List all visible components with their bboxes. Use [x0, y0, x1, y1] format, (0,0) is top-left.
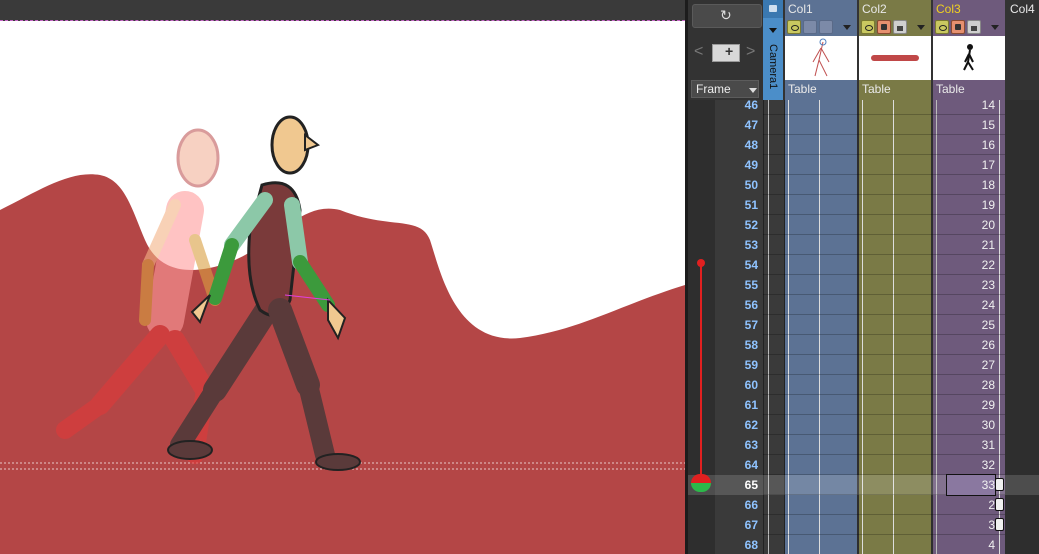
frame-number[interactable]: 57 — [688, 315, 758, 335]
current-frame-marker[interactable] — [691, 474, 711, 492]
col3-cell[interactable]: 33 — [946, 474, 996, 496]
viewer-panel[interactable] — [0, 0, 685, 554]
col3-cell[interactable]: 23 — [947, 275, 995, 295]
frame-number[interactable]: 59 — [688, 355, 758, 375]
frame-number[interactable]: 68 — [688, 535, 758, 554]
onion-skin-range-line — [700, 263, 702, 481]
frame-number[interactable]: 63 — [688, 435, 758, 455]
col3-cell[interactable]: 26 — [947, 335, 995, 355]
col3-cell[interactable]: 31 — [947, 435, 995, 455]
frame-number[interactable]: 49 — [688, 155, 758, 175]
col3-cell[interactable]: 32 — [947, 455, 995, 475]
frame-number[interactable]: 67 — [688, 515, 758, 535]
frame-number[interactable]: 50 — [688, 175, 758, 195]
col3-cell[interactable]: 20 — [947, 215, 995, 235]
col3-cell[interactable]: 30 — [947, 415, 995, 435]
frame-number[interactable]: 46 — [688, 95, 758, 115]
col3-cell[interactable]: 25 — [947, 315, 995, 335]
frame-number[interactable]: 52 — [688, 215, 758, 235]
key-icon[interactable] — [995, 518, 1004, 531]
key-icon[interactable] — [995, 498, 1004, 511]
col3-cell[interactable]: 14 — [947, 95, 995, 115]
col3-cell[interactable]: 4 — [947, 535, 995, 554]
frame-number[interactable]: 48 — [688, 135, 758, 155]
col3-cell[interactable]: 28 — [947, 375, 995, 395]
col3-cell[interactable]: 18 — [947, 175, 995, 195]
col3-cell[interactable]: 29 — [947, 395, 995, 415]
col3-cell[interactable]: 22 — [947, 255, 995, 275]
col3-cell[interactable]: 24 — [947, 295, 995, 315]
frame-number[interactable]: 53 — [688, 235, 758, 255]
frame-number[interactable]: 47 — [688, 115, 758, 135]
frame-number[interactable]: 51 — [688, 195, 758, 215]
frame-number[interactable]: 61 — [688, 395, 758, 415]
frame-number[interactable]: 62 — [688, 415, 758, 435]
col3-cell[interactable]: 21 — [947, 235, 995, 255]
frame-number[interactable]: 66 — [688, 495, 758, 515]
viewer-toolbar-strip — [0, 0, 685, 21]
col3-cell[interactable]: 16 — [947, 135, 995, 155]
col3-cell[interactable]: 17 — [947, 155, 995, 175]
frame-number[interactable]: 64 — [688, 455, 758, 475]
background-hills — [0, 174, 685, 554]
col3-cell[interactable]: 15 — [947, 115, 995, 135]
frame-number[interactable]: 58 — [688, 335, 758, 355]
onion-skin-marker[interactable] — [697, 259, 705, 267]
frame-number[interactable]: 56 — [688, 295, 758, 315]
col3-cell[interactable]: 19 — [947, 195, 995, 215]
key-icon[interactable] — [995, 478, 1004, 491]
col3-cell[interactable]: 3 — [947, 515, 995, 535]
col3-cell[interactable]: 27 — [947, 355, 995, 375]
frame-number[interactable]: 60 — [688, 375, 758, 395]
viewer-canvas[interactable] — [0, 0, 685, 554]
frame-number[interactable]: 55 — [688, 275, 758, 295]
xsheet-panel[interactable]: ↻ < + > Frame Camera1 Col1 Table Col2 Ta… — [688, 0, 1039, 554]
col3-cell[interactable]: 2 — [947, 495, 995, 515]
